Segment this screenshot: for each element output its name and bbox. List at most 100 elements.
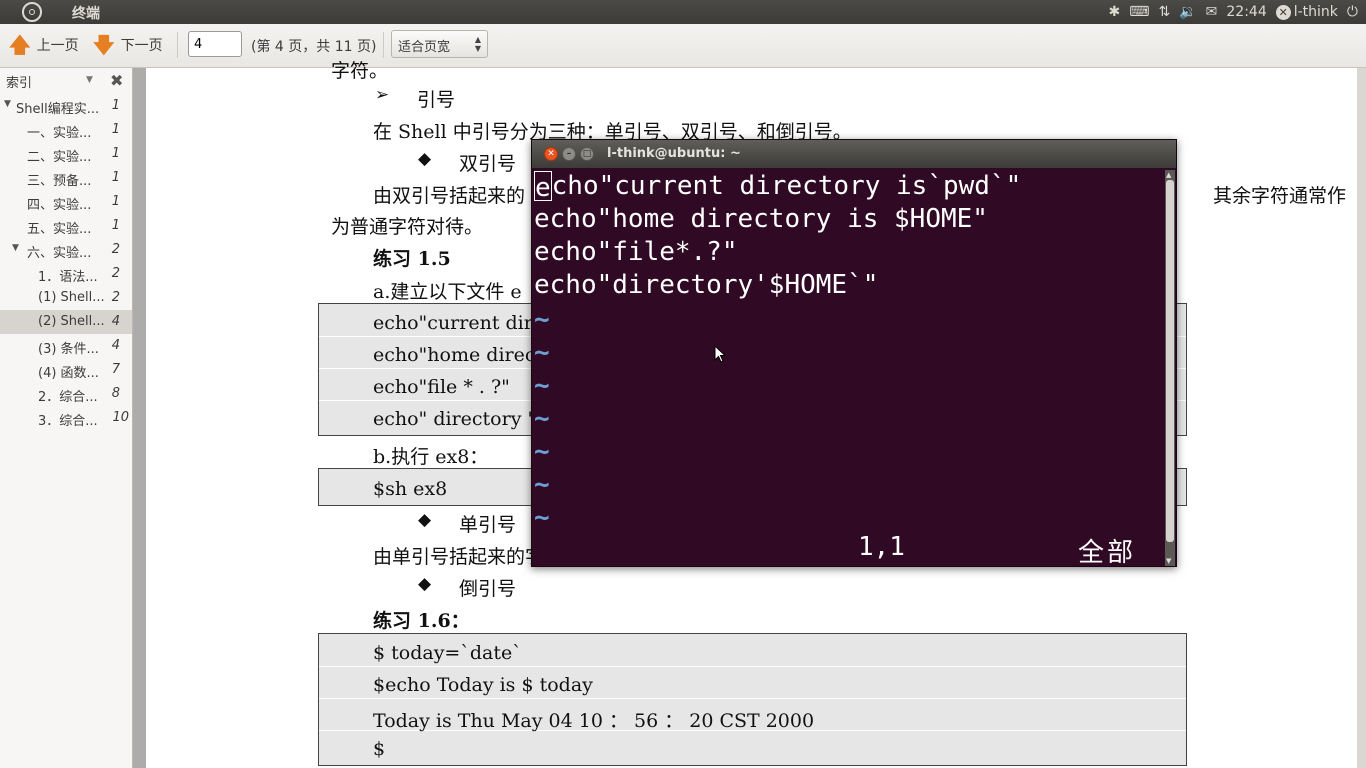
empty-line-marker: ~ <box>534 371 550 401</box>
tree-item-page: 1 <box>111 170 120 185</box>
text-cursor: e <box>534 171 552 203</box>
doc-text: 字符。 <box>331 60 389 82</box>
maximize-icon[interactable]: □ <box>580 147 594 161</box>
tree-item[interactable]: 四、实验... 1 <box>0 190 132 214</box>
doc-heading: 单引号 <box>459 514 517 536</box>
tree-item[interactable]: 2．综合... 8 <box>0 382 132 406</box>
scroll-position: 全部 <box>1078 538 1137 568</box>
zoom-value: 适合页宽 <box>398 40 451 55</box>
diamond-bullet-icon: ◆ <box>418 574 432 594</box>
bluetooth-icon[interactable]: ✱ <box>1109 4 1121 20</box>
diamond-bullet-icon: ◆ <box>418 510 432 530</box>
tree-item[interactable]: (4) 函数... 7 <box>0 358 132 382</box>
tree-item-page: 1 <box>111 98 120 113</box>
tree-item-label: 二、实验... <box>27 150 92 165</box>
network-icon[interactable]: ⇅ <box>1158 4 1170 20</box>
next-page-label: 下一页 <box>120 38 163 54</box>
ubuntu-logo-icon[interactable] <box>22 2 42 22</box>
tree-item[interactable]: 三、预备... 1 <box>0 166 132 190</box>
tree-item-label: 3．综合... <box>38 414 98 429</box>
tree-item[interactable]: ▼ Shell编程实... 1 <box>0 94 132 118</box>
tree-item[interactable]: (3) 条件... 4 <box>0 334 132 358</box>
expander-down-icon[interactable]: ▼ <box>4 99 11 109</box>
tree-item[interactable]: 五、实验... 1 <box>0 214 132 238</box>
empty-line-marker: ~ <box>534 305 550 335</box>
power-icon[interactable]: ⏻ <box>1347 4 1358 20</box>
tree-item-label: 五、实验... <box>27 222 92 237</box>
scroll-thumb[interactable] <box>1166 180 1174 542</box>
index-sidebar: 索引 ▼ ✖ ▼ Shell编程实... 1 一、实验... 1 二、实验... 1 三… <box>0 68 133 768</box>
mail-icon[interactable]: ✉ <box>1206 4 1218 20</box>
tree-item[interactable]: ▼ 六、实验... 2 <box>0 238 132 262</box>
tree-item-label: 2．综合... <box>38 390 98 405</box>
arrow-bullet-icon: ➢ <box>375 85 390 105</box>
tree-item[interactable]: 1．语法... 2 <box>0 262 132 286</box>
tree-item-page: 1 <box>111 122 120 137</box>
doc-exercise-title: 练习 1.6： <box>373 610 470 632</box>
empty-line-marker: ~ <box>534 437 550 467</box>
doc-heading: 引号 <box>417 89 456 111</box>
scroll-up-icon[interactable]: ▲ <box>1166 171 1171 179</box>
user-icon[interactable]: ✕ <box>1275 4 1291 20</box>
code-line: Today is Thu May 04 10 ： 56 ： 20 CST 200… <box>373 710 815 732</box>
vim-line: echo"home directory is $HOME" <box>534 204 988 234</box>
chevron-down-icon[interactable]: ▼ <box>86 75 93 85</box>
vim-buffer[interactable]: echo"current directory is`pwd`" echo"hom… <box>534 170 1164 568</box>
tree-item-selected[interactable]: (2) Shell... 4 <box>0 310 132 334</box>
tree-item-label: Shell编程实... <box>16 102 100 117</box>
expander-down-icon[interactable]: ▼ <box>12 243 19 253</box>
sidebar-title[interactable]: 索引 <box>6 72 32 91</box>
code-line: echo"file * . ?" <box>373 376 510 398</box>
tree-item[interactable]: 3．综合... 10 <box>0 406 132 430</box>
minimize-icon[interactable]: – <box>562 147 576 161</box>
terminal-window[interactable]: ✕ – □ l-think@ubuntu: ~ echo"current dir… <box>531 139 1177 568</box>
doc-text: a.建立以下文件 e <box>373 281 522 303</box>
volume-icon[interactable]: 🔉 <box>1179 4 1196 20</box>
close-icon[interactable]: ✖ <box>110 71 123 90</box>
terminal-scrollbar[interactable]: ▲ ▼ <box>1165 170 1175 566</box>
tree-item-label: 一、实验... <box>27 126 92 141</box>
tree-item[interactable]: 二、实验... 1 <box>0 142 132 166</box>
arrow-up-icon: 🡅 <box>9 33 31 57</box>
clock[interactable]: 22:44 <box>1226 4 1266 20</box>
mouse-pointer-icon <box>714 345 726 363</box>
active-app-name: 终端 <box>72 6 100 22</box>
code-line: $echo Today is $ today <box>373 674 593 696</box>
empty-line-marker: ~ <box>534 503 550 533</box>
cursor-position: 1,1 <box>858 532 905 562</box>
sidebar-header: 索引 ▼ ✖ <box>0 68 132 94</box>
tree-item-page: 1 <box>111 146 120 161</box>
vim-line: echo"current directory is`pwd`" <box>534 171 1022 203</box>
previous-page-button[interactable]: 🡅 上一页 <box>9 33 79 57</box>
empty-line-marker: ~ <box>534 338 550 368</box>
next-page-button[interactable]: 🡇 下一页 <box>93 33 163 57</box>
tree-item-page: 1 <box>111 194 120 209</box>
vim-line: echo"file*.?" <box>534 237 738 267</box>
diamond-bullet-icon: ◆ <box>418 149 432 169</box>
keyboard-icon[interactable]: ⌨ <box>1129 4 1149 20</box>
top-panel: 终端 ✱ ⌨ ⇅ 🔉 ✉ 22:44 ✕ l-think ⏻ <box>0 0 1366 24</box>
tree-item-page: 1 <box>111 218 120 233</box>
zoom-select[interactable]: 适合页宽 ▲ ▼ <box>391 30 488 58</box>
close-icon[interactable]: ✕ <box>544 147 558 161</box>
tree-item-label: (3) 条件... <box>38 342 99 357</box>
tree-item-label: 三、预备... <box>27 174 92 189</box>
doc-text: 由双引号括起来的 <box>373 185 526 207</box>
page-number-input[interactable] <box>188 31 242 57</box>
arrow-down-icon: 🡇 <box>93 33 115 57</box>
code-box: $ today=`date` $echo Today is $ today To… <box>318 633 1187 766</box>
previous-page-label: 上一页 <box>36 38 79 54</box>
spin-arrows-icon: ▲ ▼ <box>474 35 481 53</box>
tree-item[interactable]: (1) Shell... 2 <box>0 286 132 310</box>
scroll-down-icon[interactable]: ▼ <box>1166 557 1171 565</box>
terminal-titlebar[interactable]: ✕ – □ l-think@ubuntu: ~ <box>532 140 1176 168</box>
tree-item[interactable]: 一、实验... 1 <box>0 118 132 142</box>
tree-item-label: 四、实验... <box>27 198 92 213</box>
user-name[interactable]: l-think <box>1294 4 1338 20</box>
tree-item-page: 2 <box>111 266 120 281</box>
tree-item-page: 2 <box>111 242 120 257</box>
tree-item-label: 六、实验... <box>27 246 92 261</box>
document-scrollbar[interactable] <box>1357 68 1366 768</box>
doc-heading: 双引号 <box>459 153 517 175</box>
tree-item-label: (2) Shell... <box>38 314 105 329</box>
